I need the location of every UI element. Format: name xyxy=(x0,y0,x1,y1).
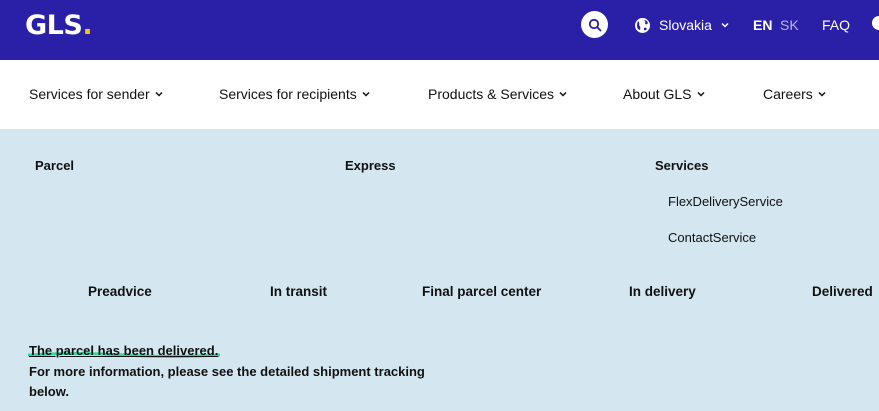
nav-careers[interactable]: Careers xyxy=(763,86,827,102)
status-body: For more information, please see the det… xyxy=(29,364,425,399)
link-contact-service[interactable]: ContactService xyxy=(668,230,756,245)
status-title: The parcel has been delivered. xyxy=(29,343,219,358)
faq-link[interactable]: FAQ xyxy=(822,17,850,33)
step-in-delivery: In delivery xyxy=(629,284,696,299)
nav-services-for-sender[interactable]: Services for sender xyxy=(29,86,164,102)
nav-products-services[interactable]: Products & Services xyxy=(428,86,568,102)
chevron-down-icon xyxy=(818,91,826,97)
gls-logo[interactable]: GLS. xyxy=(25,10,93,41)
chevron-down-icon xyxy=(362,91,370,97)
search-icon xyxy=(588,18,601,31)
search-button[interactable] xyxy=(581,11,608,38)
nav-label: Services for sender xyxy=(29,86,150,102)
lang-en-link[interactable]: EN xyxy=(753,17,772,33)
step-in-transit: In transit xyxy=(270,284,328,299)
link-flex-delivery-service[interactable]: FlexDeliveryService xyxy=(668,194,783,209)
chevron-down-icon xyxy=(155,91,163,97)
nav-label: Products & Services xyxy=(428,86,555,102)
lang-sk-link[interactable]: SK xyxy=(780,17,799,33)
nav-label: About GLS xyxy=(623,86,692,102)
logo-text: GLS xyxy=(25,10,83,41)
step-delivered: Delivered xyxy=(812,284,873,299)
category-express: Express xyxy=(345,158,396,173)
nav-label: Services for recipients xyxy=(219,86,357,102)
logo-dot: . xyxy=(82,10,93,41)
step-final-parcel-center: Final parcel center xyxy=(422,284,542,299)
category-services: Services xyxy=(655,158,709,173)
header-bar: GLS. Slovakia EN SK FAQ xyxy=(0,0,879,60)
step-preadvice: Preadvice xyxy=(88,284,152,299)
country-selector[interactable]: Slovakia xyxy=(634,15,730,35)
category-parcel: Parcel xyxy=(35,158,75,173)
nav-about-gls[interactable]: About GLS xyxy=(623,86,706,102)
chevron-down-icon xyxy=(559,91,567,97)
globe-icon xyxy=(635,17,650,33)
country-label: Slovakia xyxy=(659,17,712,33)
chevron-down-icon xyxy=(696,91,705,97)
chevron-down-icon xyxy=(721,22,729,28)
nav-services-for-recipients[interactable]: Services for recipients xyxy=(219,86,371,102)
nav-label: Careers xyxy=(763,86,813,102)
main-nav: Services for sender Services for recipie… xyxy=(0,60,879,129)
account-icon[interactable] xyxy=(872,16,879,30)
